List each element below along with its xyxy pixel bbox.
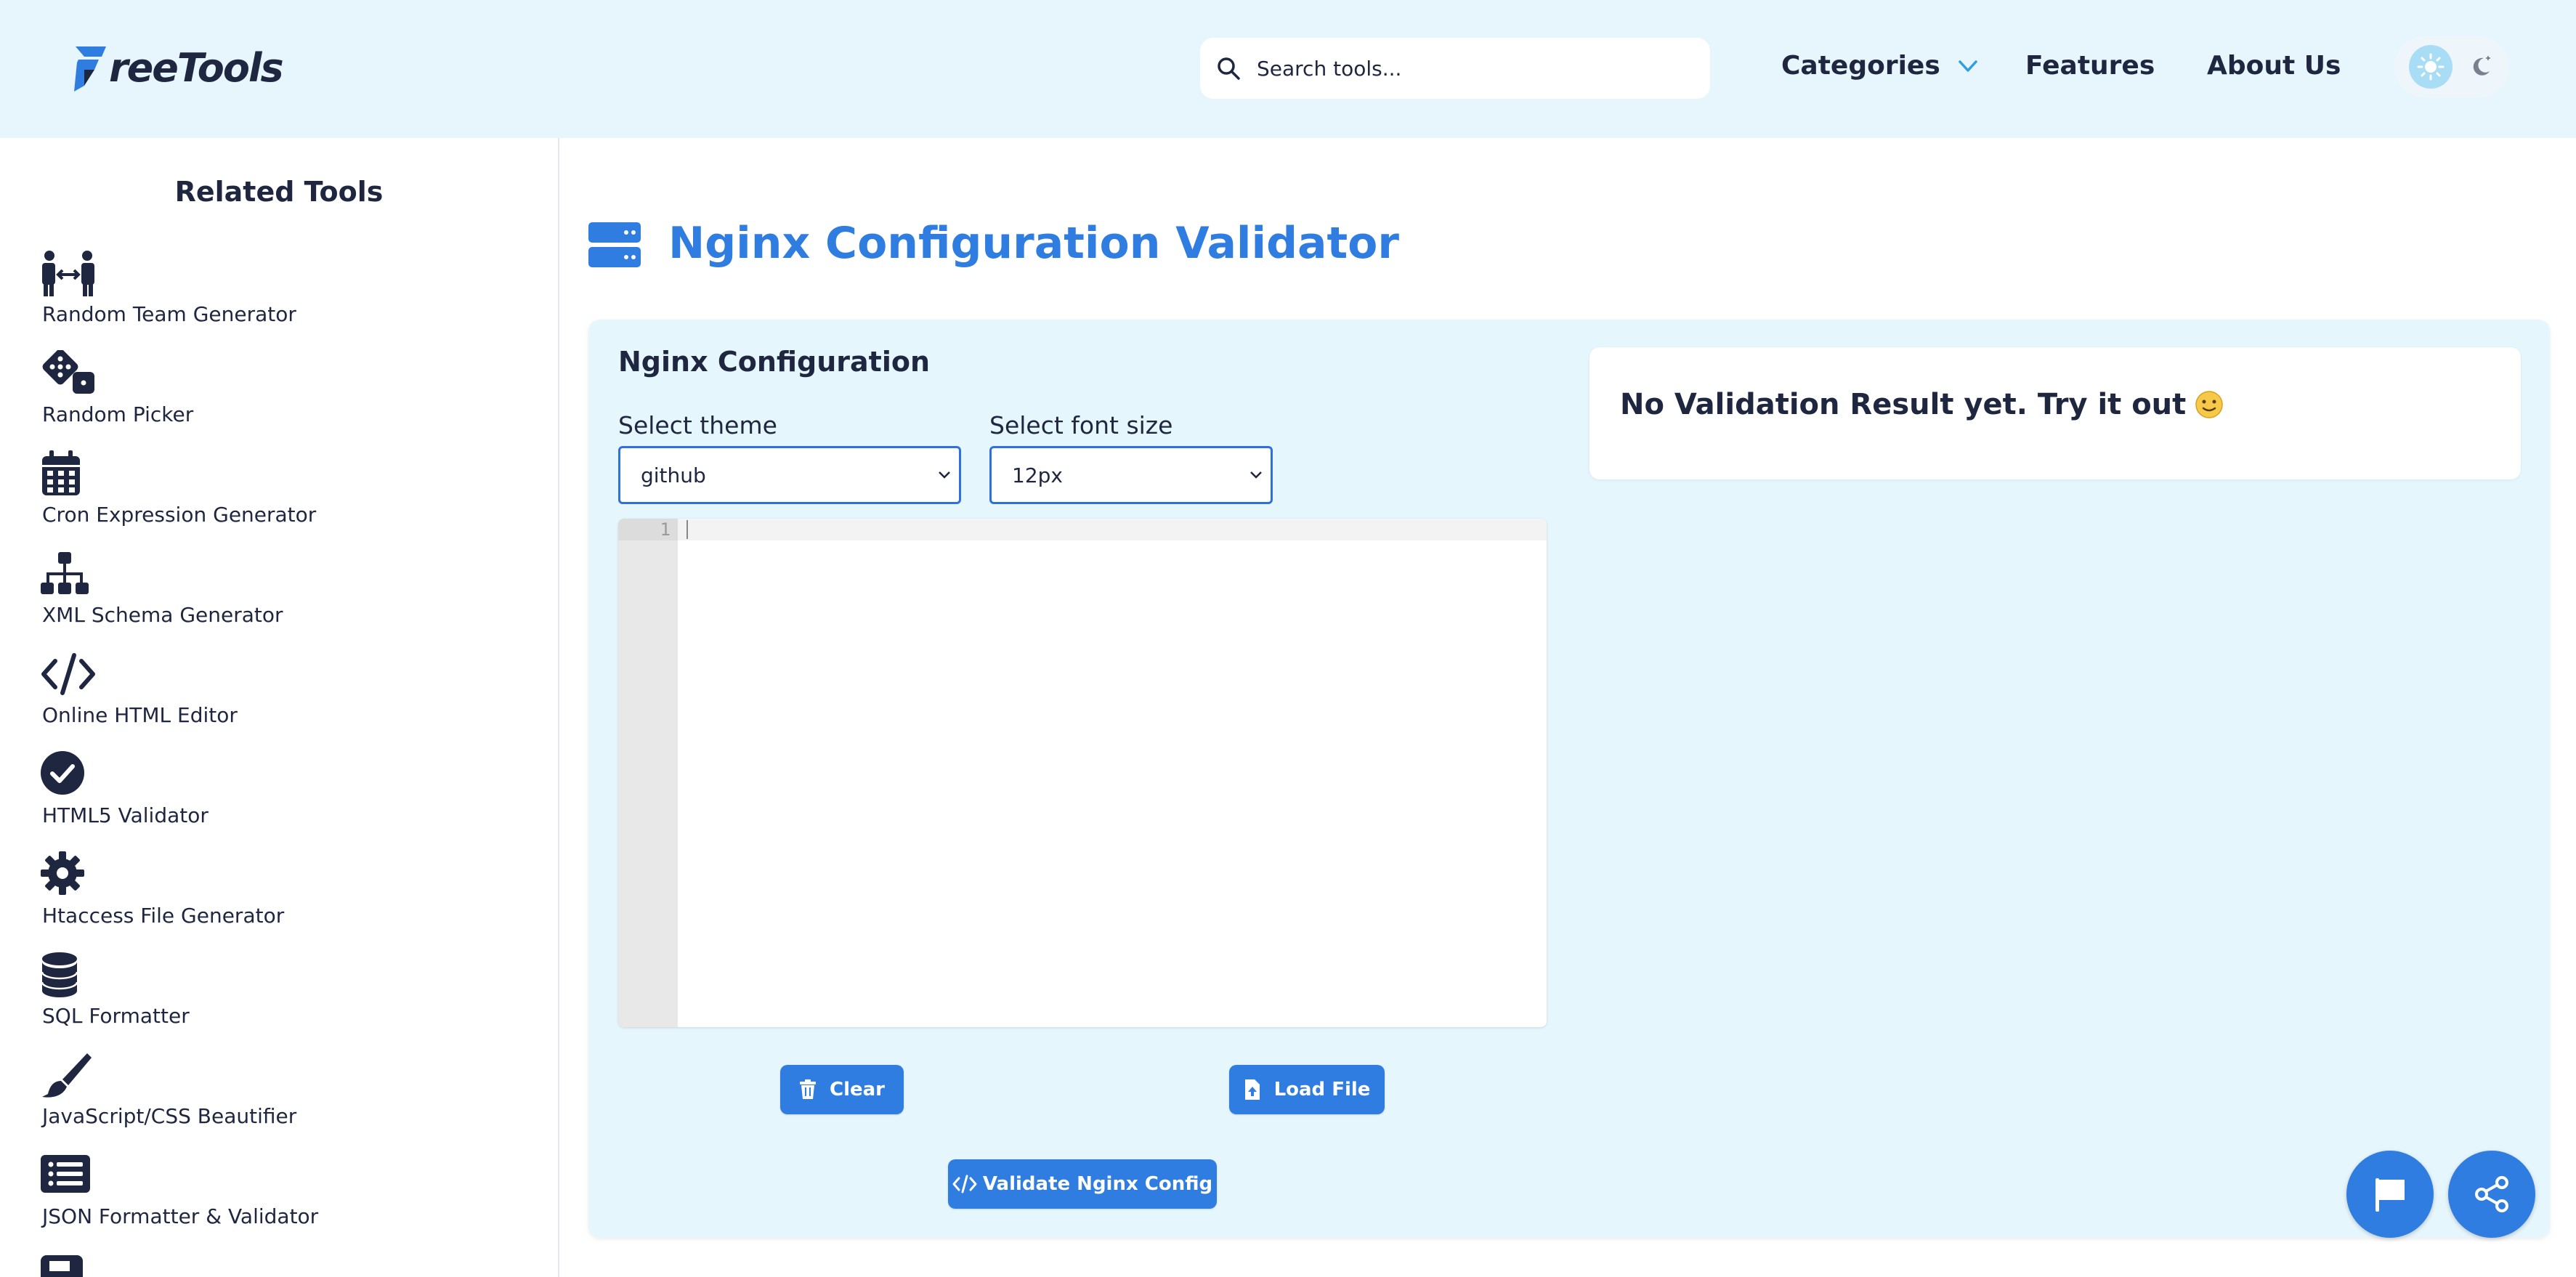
- validate-nginx-config-button[interactable]: Validate Nginx Config: [948, 1159, 1217, 1209]
- line-number: 1: [660, 519, 671, 540]
- save-icon: [41, 1255, 83, 1277]
- sidebar-item-htaccess-file-generator[interactable]: Htaccess File Generator: [41, 851, 477, 939]
- page-title: Nginx Configuration Validator: [668, 218, 1399, 269]
- gear-icon: [41, 851, 84, 895]
- nav-about-us[interactable]: About Us: [2207, 51, 2341, 81]
- sidebar-item-label: Htaccess File Generator: [42, 904, 285, 928]
- sidebar-item-xml-schema-generator[interactable]: XML Schema Generator: [41, 551, 477, 638]
- nav-categories-label: Categories: [1781, 51, 1940, 81]
- code-icon: [41, 653, 95, 695]
- file-upload-icon: [1244, 1079, 1260, 1100]
- font-size-select-label: Select font size: [989, 411, 1173, 439]
- sidebar-item-online-html-editor[interactable]: Online HTML Editor: [41, 651, 477, 738]
- theme-toggle[interactable]: [2394, 36, 2509, 97]
- logo-text: reeTools: [109, 44, 284, 91]
- clear-button-label: Clear: [830, 1079, 885, 1100]
- theme-select-value: github: [641, 463, 706, 487]
- people-arrows-icon: [42, 251, 94, 296]
- moon-icon[interactable]: [2466, 52, 2495, 81]
- sidebar-item-label: XML Schema Generator: [42, 603, 283, 627]
- sidebar: Related Tools Random Team Generator Rand…: [0, 138, 559, 1277]
- search-icon: [1218, 57, 1240, 80]
- report-flag-button[interactable]: [2346, 1151, 2434, 1238]
- sidebar-item-random-picker[interactable]: Random Picker: [41, 349, 477, 437]
- light-mode-button[interactable]: [2408, 45, 2453, 89]
- freetools-logo-icon: [74, 46, 106, 92]
- chevron-down-icon: [1250, 471, 1262, 479]
- sidebar-item-json-formatter-validator[interactable]: JSON Formatter & Validator: [41, 1152, 477, 1239]
- font-size-select-value: 12px: [1012, 463, 1063, 487]
- sidebar-item-label: SQL Formatter: [42, 1004, 190, 1028]
- clear-button[interactable]: Clear: [780, 1065, 904, 1114]
- chevron-down-icon: [1959, 60, 1977, 72]
- sidebar-item-label: Cron Expression Generator: [42, 503, 317, 527]
- trash-icon: [800, 1079, 816, 1099]
- theme-select-label: Select theme: [618, 411, 777, 439]
- chevron-down-icon: [939, 471, 950, 479]
- sidebar-item-label: HTML5 Validator: [42, 803, 208, 827]
- sun-icon: [2417, 53, 2444, 81]
- panel-title: Nginx Configuration: [618, 346, 931, 378]
- brush-icon: [42, 1053, 92, 1098]
- share-button[interactable]: [2448, 1151, 2535, 1238]
- calendar-icon: [42, 450, 80, 495]
- load-file-button[interactable]: Load File: [1229, 1065, 1385, 1114]
- server-icon: [588, 222, 641, 267]
- share-icon: [2475, 1176, 2508, 1212]
- sidebar-item-sql-formatter[interactable]: SQL Formatter: [41, 952, 477, 1039]
- search-input[interactable]: [1257, 56, 1678, 81]
- sidebar-title: Related Tools: [174, 176, 384, 208]
- sidebar-item-label: JavaScript/CSS Beautifier: [42, 1104, 297, 1128]
- validation-result-card: No Validation Result yet. Try it out: [1589, 347, 2521, 479]
- code-icon: [952, 1175, 977, 1193]
- nav-categories[interactable]: Categories: [1781, 51, 1978, 81]
- theme-select[interactable]: github: [618, 446, 961, 504]
- slightly-smiling-face-icon: [2195, 391, 2224, 418]
- sidebar-item-html5-validator[interactable]: HTML5 Validator: [41, 751, 477, 838]
- sidebar-item-label: JSON Formatter & Validator: [42, 1204, 319, 1228]
- sidebar-item-cron-expression-generator[interactable]: Cron Expression Generator: [41, 450, 477, 538]
- nav-features[interactable]: Features: [2025, 51, 2155, 81]
- editor-active-line: [678, 519, 1547, 540]
- sidebar-item-label: Random Team Generator: [42, 302, 296, 326]
- code-editor[interactable]: 1: [618, 519, 1547, 1027]
- editor-cursor: [686, 520, 688, 539]
- sidebar-item-partial[interactable]: [41, 1252, 477, 1277]
- sidebar-item-javascript-css-beautifier[interactable]: JavaScript/CSS Beautifier: [41, 1052, 477, 1139]
- font-size-select[interactable]: 12px: [989, 446, 1273, 504]
- header: reeTools Categories Features About Us: [0, 0, 2576, 138]
- dice-icon: [42, 349, 94, 394]
- load-file-button-label: Load File: [1273, 1079, 1371, 1100]
- sidebar-item-random-team-generator[interactable]: Random Team Generator: [41, 250, 477, 337]
- sidebar-item-label: Random Picker: [42, 402, 194, 426]
- logo[interactable]: reeTools: [70, 42, 284, 93]
- validation-result-message: No Validation Result yet. Try it out: [1620, 388, 2187, 421]
- flag-icon: [2375, 1178, 2405, 1212]
- validate-button-label: Validate Nginx Config: [982, 1173, 1213, 1195]
- database-icon: [41, 952, 78, 997]
- search-box[interactable]: [1200, 38, 1710, 99]
- check-circle-icon: [41, 751, 84, 795]
- validation-result-text: No Validation Result yet. Try it out: [1620, 388, 2224, 421]
- list-icon: [41, 1155, 90, 1193]
- sidebar-item-label: Online HTML Editor: [42, 703, 238, 727]
- sitemap-icon: [41, 552, 89, 594]
